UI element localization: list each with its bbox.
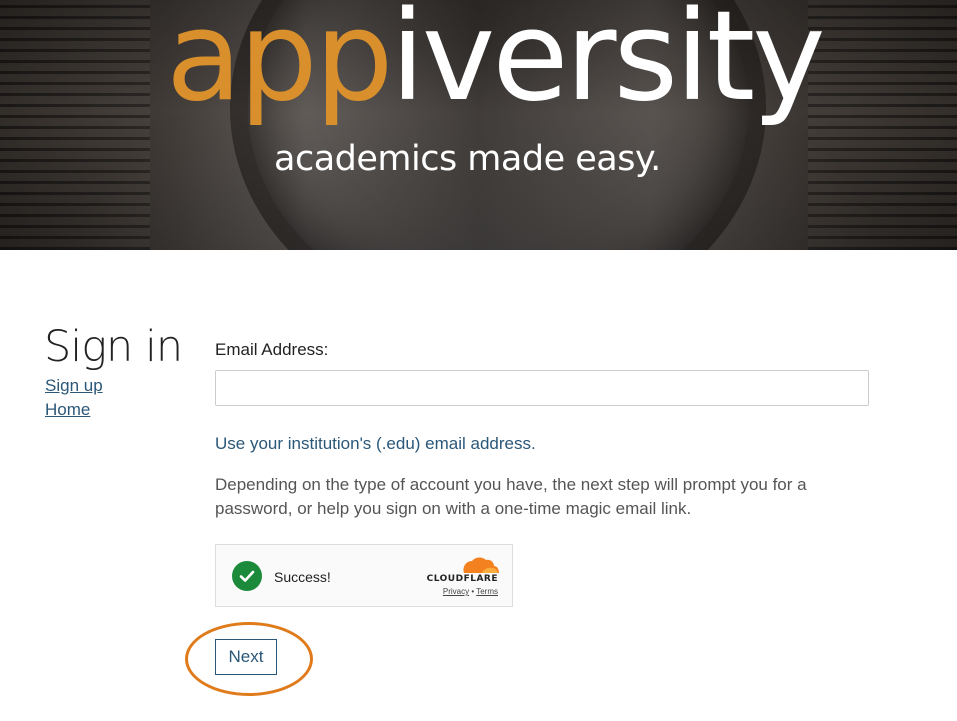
link-separator: • — [471, 587, 475, 596]
logo-part-iversity: iversity — [390, 0, 825, 129]
next-button[interactable]: Next — [215, 639, 277, 675]
success-check-icon — [232, 561, 262, 591]
email-label: Email Address: — [215, 340, 329, 359]
captcha-status: Success! — [274, 569, 331, 585]
privacy-link[interactable]: Privacy — [443, 587, 469, 596]
terms-link[interactable]: Terms — [476, 587, 498, 596]
tagline: academics made easy. — [274, 139, 661, 179]
appiversity-logo: appiversity — [166, 0, 826, 132]
email-hint: Use your institution's (.edu) email addr… — [215, 434, 536, 453]
captcha-links: Privacy • Terms — [443, 587, 498, 596]
hero-banner: appiversity academics made easy. — [0, 0, 957, 250]
sign-up-link[interactable]: Sign up — [45, 376, 103, 396]
home-link[interactable]: Home — [45, 400, 90, 420]
cloudflare-turnstile-widget: Success! CLOUDFLARE Privacy • Terms — [215, 544, 513, 607]
page-title: Sign in — [44, 322, 183, 372]
signin-description: Depending on the type of account you hav… — [215, 475, 807, 518]
cloudflare-wordmark: CLOUDFLARE — [426, 574, 498, 584]
email-field[interactable] — [215, 370, 869, 406]
cloudflare-cloud-icon — [463, 557, 499, 573]
logo-part-app: app — [166, 0, 393, 129]
